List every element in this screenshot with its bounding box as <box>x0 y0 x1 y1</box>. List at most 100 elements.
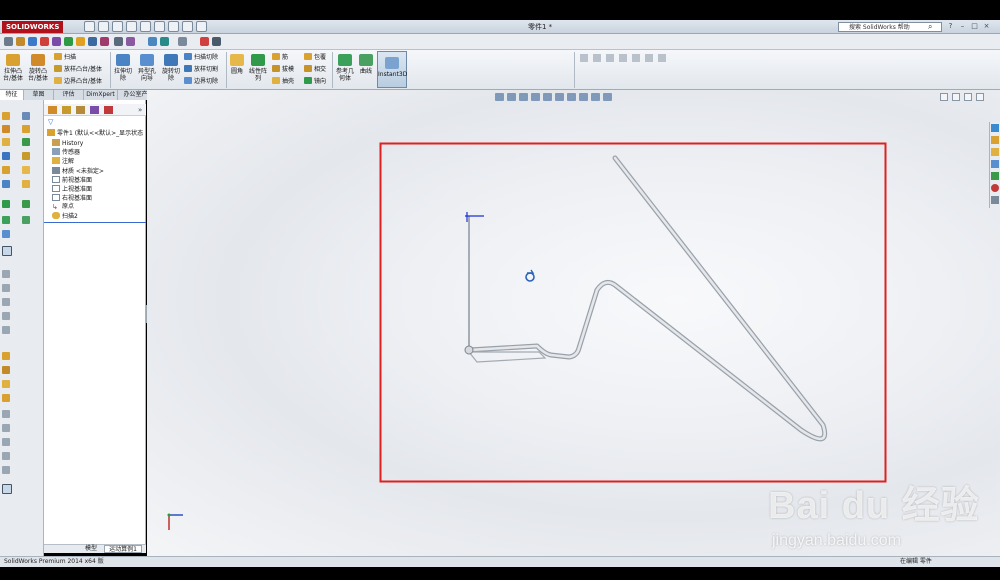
offset-side-icon[interactable] <box>2 394 10 402</box>
tree-item-annotations[interactable]: 注解 <box>52 157 74 166</box>
linear-side-icon[interactable] <box>2 200 10 208</box>
revolve-boss-button[interactable]: 旋转凸台/基体 <box>26 54 50 82</box>
tab-motion-study[interactable]: 运动算例1 <box>104 545 142 553</box>
tools-icon[interactable] <box>114 37 123 46</box>
line-side-icon[interactable] <box>2 270 10 278</box>
relation-side-icon[interactable] <box>2 366 10 374</box>
tree-item-front-plane[interactable]: 前视基准面 <box>52 176 92 185</box>
weldment-icon[interactable] <box>76 37 85 46</box>
layers-icon[interactable] <box>148 37 157 46</box>
tab-evaluate[interactable]: 评估 <box>54 90 84 100</box>
draft-button[interactable]: 拔模 <box>272 65 294 74</box>
fillet-side-icon[interactable] <box>22 125 30 133</box>
loft-side-icon[interactable] <box>2 166 10 174</box>
trim-side-icon[interactable] <box>2 380 10 388</box>
instant3d-side-icon[interactable] <box>2 230 10 238</box>
rib-button[interactable]: 筋 <box>272 53 288 62</box>
tree-item-top-plane[interactable]: 上视基准面 <box>52 185 92 194</box>
configuration-manager-icon[interactable] <box>76 106 85 114</box>
extrude-cut-button[interactable]: 拉伸切除 <box>112 54 134 82</box>
feature-manager-icon[interactable] <box>48 106 57 114</box>
print-icon[interactable] <box>126 21 137 32</box>
tab-features[interactable]: 特征 <box>0 90 24 100</box>
tree-item-sweep2[interactable]: 扫描2 <box>52 212 78 221</box>
repair-side-icon[interactable] <box>2 466 10 474</box>
save-icon[interactable] <box>112 21 123 32</box>
dimxpert-manager-icon[interactable] <box>90 106 99 114</box>
grid-side-icon[interactable] <box>2 452 10 460</box>
dim-side-icon[interactable] <box>2 352 10 360</box>
rib-side-icon[interactable] <box>22 180 30 188</box>
move-side-icon[interactable] <box>2 438 10 446</box>
mirror-button[interactable]: 镜向 <box>304 77 326 86</box>
rebuild-icon[interactable] <box>168 21 179 32</box>
sweep-button[interactable]: 扫描 <box>54 53 76 62</box>
help-icon[interactable]: ? <box>946 21 955 31</box>
minimize-icon[interactable]: – <box>958 21 967 31</box>
pointer-icon[interactable] <box>178 37 187 46</box>
zoom-icon[interactable] <box>580 54 588 62</box>
hole-side-icon[interactable] <box>2 180 10 188</box>
rect-side-icon[interactable] <box>2 326 10 334</box>
curves-button[interactable]: 曲线 <box>357 54 375 75</box>
shell-button[interactable]: 抽壳 <box>272 77 294 86</box>
arc-side-icon[interactable] <box>2 298 10 306</box>
surface-icon[interactable] <box>88 37 97 46</box>
intersect-button[interactable]: 相交 <box>304 65 326 74</box>
tab-sketch[interactable]: 草图 <box>24 90 54 100</box>
appearance-icon[interactable] <box>40 37 49 46</box>
open-file-icon[interactable] <box>98 21 109 32</box>
color-wheel-icon[interactable] <box>200 37 209 46</box>
sketch-icon[interactable] <box>16 37 25 46</box>
tab-model[interactable]: 模型 <box>80 545 102 553</box>
undo-icon[interactable] <box>140 21 151 32</box>
circle-side-icon[interactable] <box>2 284 10 292</box>
section-icon[interactable] <box>593 54 601 62</box>
boss-icon[interactable] <box>2 112 10 120</box>
check-icon[interactable] <box>632 54 640 62</box>
mirror-side-icon[interactable] <box>22 200 30 208</box>
linear-pattern-button[interactable]: 线性阵列 <box>247 54 269 82</box>
curve-side-icon[interactable] <box>22 216 30 224</box>
tree-item-right-plane[interactable]: 右视基准面 <box>52 194 92 203</box>
revolve-cut-button[interactable]: 旋转切除 <box>160 54 182 82</box>
tree-item-history[interactable]: History <box>52 139 83 148</box>
display-manager-icon[interactable] <box>104 106 113 114</box>
help-search-input[interactable]: 搜索 SolidWorks 帮助 <box>838 22 942 32</box>
fillet-button[interactable]: 圆角 <box>228 54 246 75</box>
tree-item-origin[interactable]: ↳ 原点 <box>52 203 74 211</box>
reference-geometry-button[interactable]: 参考几何体 <box>334 54 356 82</box>
sketch-side-icon[interactable] <box>2 246 12 256</box>
spline-side-icon[interactable] <box>2 312 10 320</box>
cut-side-icon[interactable] <box>2 152 10 160</box>
tree-root[interactable]: 零件1 (默认<<默认>_显示状态 <box>47 129 143 138</box>
display-icon[interactable] <box>160 37 169 46</box>
swept-cut-button[interactable]: 扫描切除 <box>184 53 218 62</box>
options-icon[interactable] <box>196 21 207 32</box>
mass-icon[interactable] <box>619 54 627 62</box>
convert-side-icon[interactable] <box>2 410 10 418</box>
sweep-side-icon[interactable] <box>2 138 10 146</box>
rollback-bar[interactable] <box>44 222 146 223</box>
search-icon[interactable]: ⌕ <box>928 22 932 32</box>
tree-item-sensors[interactable]: 传感器 <box>52 148 80 157</box>
shell-side-icon[interactable] <box>22 166 30 174</box>
file-properties-icon[interactable] <box>182 21 193 32</box>
boundary-boss-button[interactable]: 边界凸台/基体 <box>54 77 102 86</box>
restore-icon[interactable]: □ <box>970 21 979 31</box>
loft-boss-button[interactable]: 放样凸台/基体 <box>54 65 102 74</box>
quick-snap-side-icon[interactable] <box>2 484 12 494</box>
sheetmetal-icon[interactable] <box>100 37 109 46</box>
revolve-icon[interactable] <box>2 125 10 133</box>
tree-item-material[interactable]: 材质 <未指定> <box>52 167 104 176</box>
close-icon[interactable]: × <box>982 21 991 31</box>
reference-icon[interactable] <box>52 37 61 46</box>
tab-dimxpert[interactable]: DimXpert <box>84 90 118 100</box>
hole-wizard-button[interactable]: 异型孔向导 <box>136 54 158 82</box>
view-icon[interactable] <box>4 37 13 46</box>
list-icon[interactable] <box>212 37 221 46</box>
mold-icon[interactable] <box>64 37 73 46</box>
mirror-sketch-side-icon[interactable] <box>2 424 10 432</box>
instant3d-button[interactable]: Instant3D <box>377 51 407 88</box>
macro-icon[interactable] <box>126 37 135 46</box>
